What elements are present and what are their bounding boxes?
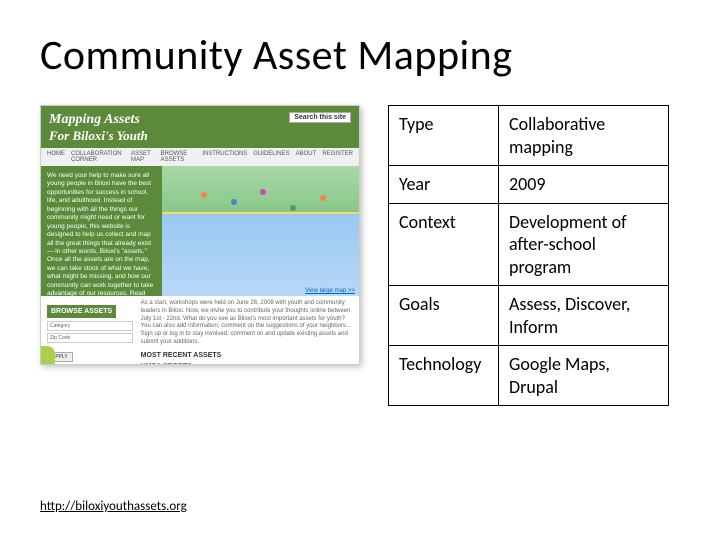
content-row: Mapping Assets For Biloxi's Youth Search… [40, 105, 688, 499]
thumb-body: We need your help to make sure all young… [41, 166, 359, 296]
map-marker-icon [231, 199, 237, 205]
table-row: Goals Assess, Discover, Inform [389, 286, 669, 346]
info-table: Type Collaborative mapping Year 2009 Con… [388, 105, 669, 406]
table-value: Assess, Discover, Inform [499, 286, 669, 346]
website-screenshot: Mapping Assets For Biloxi's Youth Search… [40, 105, 360, 365]
nav-item: BROWSE ASSETS [161, 151, 197, 163]
filter-category: Category [47, 321, 133, 331]
recent-header: MOST RECENT ASSETS [141, 351, 353, 360]
table-value: 2009 [499, 166, 669, 204]
source-url: http://biloxiyouthassets.org [40, 499, 688, 514]
table-label: Technology [389, 346, 499, 406]
lower-desc: As a start, workshops were held on June … [141, 300, 353, 347]
nav-item: GUIDELINES [253, 151, 289, 163]
map-marker-icon [260, 189, 266, 195]
nav-item: HOME [47, 151, 65, 163]
browse-assets-button: BROWSE ASSETS [47, 305, 116, 318]
table-label: Goals [389, 286, 499, 346]
thumb-header: Mapping Assets For Biloxi's Youth Search… [41, 106, 359, 148]
table-row: Year 2009 [389, 166, 669, 204]
thumb-search-box: Search this site [289, 112, 351, 123]
table-label: Type [389, 106, 499, 166]
filter-zip: Zip Code [47, 333, 133, 343]
table-label: Context [389, 203, 499, 286]
thumb-accent-icon [41, 346, 55, 364]
slide: Community Asset Mapping Mapping Assets F… [0, 0, 728, 546]
asset-link: YMCA SPORTS [141, 362, 353, 365]
thumb-lower: BROWSE ASSETS Category Zip Code APPLY As… [41, 296, 359, 365]
nav-item: INSTRUCTIONS [202, 151, 247, 163]
thumb-main: As a start, workshops were held on June … [141, 300, 353, 364]
table-row: Context Development of after-school prog… [389, 203, 669, 286]
table-value: Collaborative mapping [499, 106, 669, 166]
table-value: Development of after-school program [499, 203, 669, 286]
map-marker-icon [290, 205, 296, 211]
blurb-text: We need your help to make sure all young… [47, 172, 153, 297]
table-label: Year [389, 166, 499, 204]
map-marker-icon [201, 192, 207, 198]
view-large-link: View large map >> [305, 288, 355, 294]
table-row: Type Collaborative mapping [389, 106, 669, 166]
nav-item: ASSET MAP [131, 151, 155, 163]
thumb-nav: HOME COLLABORATION CORNER ASSET MAP BROW… [41, 148, 359, 166]
nav-item: COLLABORATION CORNER [71, 151, 125, 163]
nav-item: REGISTER [322, 151, 353, 163]
thumb-sidebar: BROWSE ASSETS Category Zip Code APPLY [47, 300, 133, 364]
table-row: Technology Google Maps, Drupal [389, 346, 669, 406]
thumb-header-line2: For Biloxi's Youth [49, 128, 351, 144]
page-title: Community Asset Mapping [40, 30, 688, 81]
map-marker-icon [320, 195, 326, 201]
nav-item: ABOUT [296, 151, 317, 163]
table-value: Google Maps, Drupal [499, 346, 669, 406]
thumb-blurb: We need your help to make sure all young… [41, 166, 162, 296]
thumb-map: View large map >> [162, 166, 359, 296]
